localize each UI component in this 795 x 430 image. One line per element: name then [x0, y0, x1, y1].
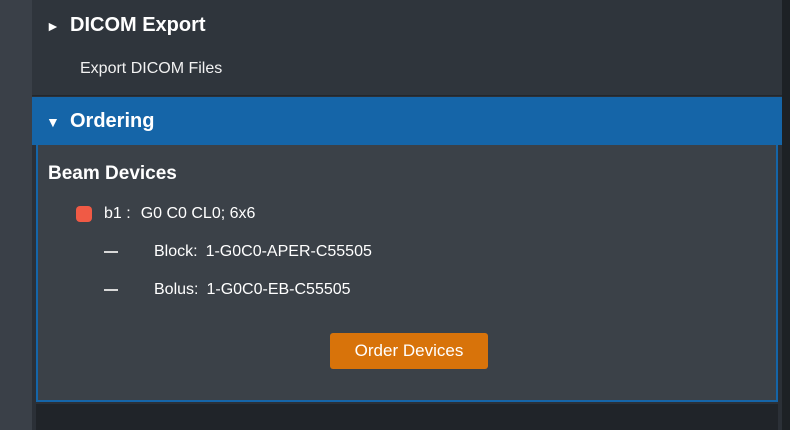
collapse-arrow-icon: ▼: [46, 113, 60, 130]
beam-label: b1 :: [104, 205, 131, 222]
beam-description: G0 C0 CL0; 6x6: [140, 205, 256, 222]
expand-arrow-icon: ►: [46, 17, 60, 34]
device-id: 1-G0C0-EB-C55505: [206, 281, 351, 298]
footer-bar: [36, 404, 778, 430]
ordering-title: Ordering: [70, 110, 155, 132]
dicom-export-title: DICOM Export: [70, 14, 206, 36]
dicom-export-header[interactable]: ► DICOM Export: [46, 14, 206, 37]
ordering-section: ▼ Ordering: [32, 97, 782, 145]
device-type: Block:: [154, 243, 198, 260]
ordering-body: Beam Devices b1 : G0 C0 CL0; 6x6 Block: …: [36, 145, 778, 402]
order-devices-button[interactable]: Order Devices: [330, 333, 488, 369]
left-strip: [0, 0, 32, 430]
scrollbar[interactable]: [782, 0, 790, 430]
beam-row: b1 : G0 C0 CL0; 6x6: [76, 205, 255, 223]
device-row-block: Block: 1-G0C0-APER-C55505: [104, 243, 372, 261]
beam-devices-title: Beam Devices: [48, 163, 177, 184]
device-type: Bolus:: [154, 281, 199, 298]
dash-icon: [104, 289, 118, 291]
side-panel: ► DICOM Export Export DICOM Files ▼ Orde…: [32, 0, 782, 430]
export-dicom-files-link[interactable]: Export DICOM Files: [80, 60, 222, 78]
device-id: 1-G0C0-APER-C55505: [205, 243, 372, 260]
device-row-bolus: Bolus: 1-G0C0-EB-C55505: [104, 281, 351, 299]
dicom-export-section: ► DICOM Export Export DICOM Files: [32, 0, 782, 96]
right-edge: [790, 0, 795, 430]
dash-icon: [104, 251, 118, 253]
beam-status-icon: [76, 206, 92, 222]
ordering-header[interactable]: ▼ Ordering: [46, 110, 154, 133]
